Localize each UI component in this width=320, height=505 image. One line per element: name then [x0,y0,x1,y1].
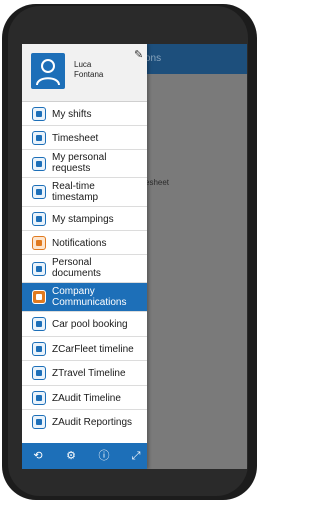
communications-icon [32,290,46,304]
car-icon [32,317,46,331]
avatar[interactable] [31,53,65,89]
navigation-drawer: Luca Fontana ✎ My shifts Timesheet My pe… [22,44,147,469]
user-last-name: Fontana [74,70,104,79]
menu-item-zaudit-reportings[interactable]: ZAudit Reportings [22,410,147,443]
info-icon[interactable]: ⓘ [96,448,112,464]
menu-item-label: Timesheet [52,133,99,144]
menu-item-zcarfleet-timeline[interactable]: ZCarFleet timeline [22,337,147,361]
menu-item-notifications[interactable]: Notifications [22,231,147,255]
background-body-text: esheet [145,178,170,187]
app-screen: ons esheet Luca Fontana ✎ My shifts Time… [22,44,247,469]
menu-item-label: My stampings [52,214,114,225]
menu-item-label: Personal documents [52,257,101,279]
menu-item-timesheet[interactable]: Timesheet [22,126,147,150]
bell-icon [32,236,46,250]
clock-icon [32,212,46,226]
menu-item-label: ZAudit Timeline [52,393,121,404]
settings-icon[interactable]: ⚙ [63,448,79,464]
menu-item-label: Notifications [52,238,107,249]
document-icon [32,262,46,276]
menu-item-label: Real-time timestamp [52,181,99,203]
profile-header: Luca Fontana ✎ [22,44,147,102]
menu-item-label: ZCarFleet timeline [52,344,134,355]
menu-item-zaudit-timeline[interactable]: ZAudit Timeline [22,386,147,410]
menu-item-car-pool-booking[interactable]: Car pool booking [22,312,147,337]
requests-icon [32,157,46,171]
user-first-name: Luca [74,60,92,69]
check-icon [32,391,46,405]
menu-item-company-communications[interactable]: Company Communications [22,283,147,312]
menu-item-real-time-timestamp[interactable]: Real-time timestamp [22,178,147,207]
menu-item-my-stampings[interactable]: My stampings [22,207,147,231]
logout-icon[interactable]: ⟲ [30,448,46,464]
shifts-icon [32,107,46,121]
user-icon [36,59,60,86]
menu-item-label: My personal requests [52,152,107,174]
clock-icon [32,185,46,199]
check-icon [32,415,46,429]
menu-item-my-personal-requests[interactable]: My personal requests [22,150,147,178]
menu-item-label: Company Communications [52,286,127,308]
menu-item-label: ZAudit Reportings [52,417,133,428]
fleet-icon [32,342,46,356]
menu-item-ztravel-timeline[interactable]: ZTravel Timeline [22,361,147,386]
menu-item-label: Car pool booking [52,319,128,330]
menu-item-personal-documents[interactable]: Personal documents [22,255,147,283]
menu-item-my-shifts[interactable]: My shifts [22,102,147,126]
expand-icon[interactable]: ⤢ [128,448,144,464]
menu-item-label: ZTravel Timeline [52,368,126,379]
drawer-footer: ⟲ ⚙ ⓘ ⤢ [22,443,147,469]
menu-item-label: My shifts [52,109,92,120]
gear-icon [32,131,46,145]
plane-icon [32,366,46,380]
pencil-icon[interactable]: ✎ [134,48,148,62]
